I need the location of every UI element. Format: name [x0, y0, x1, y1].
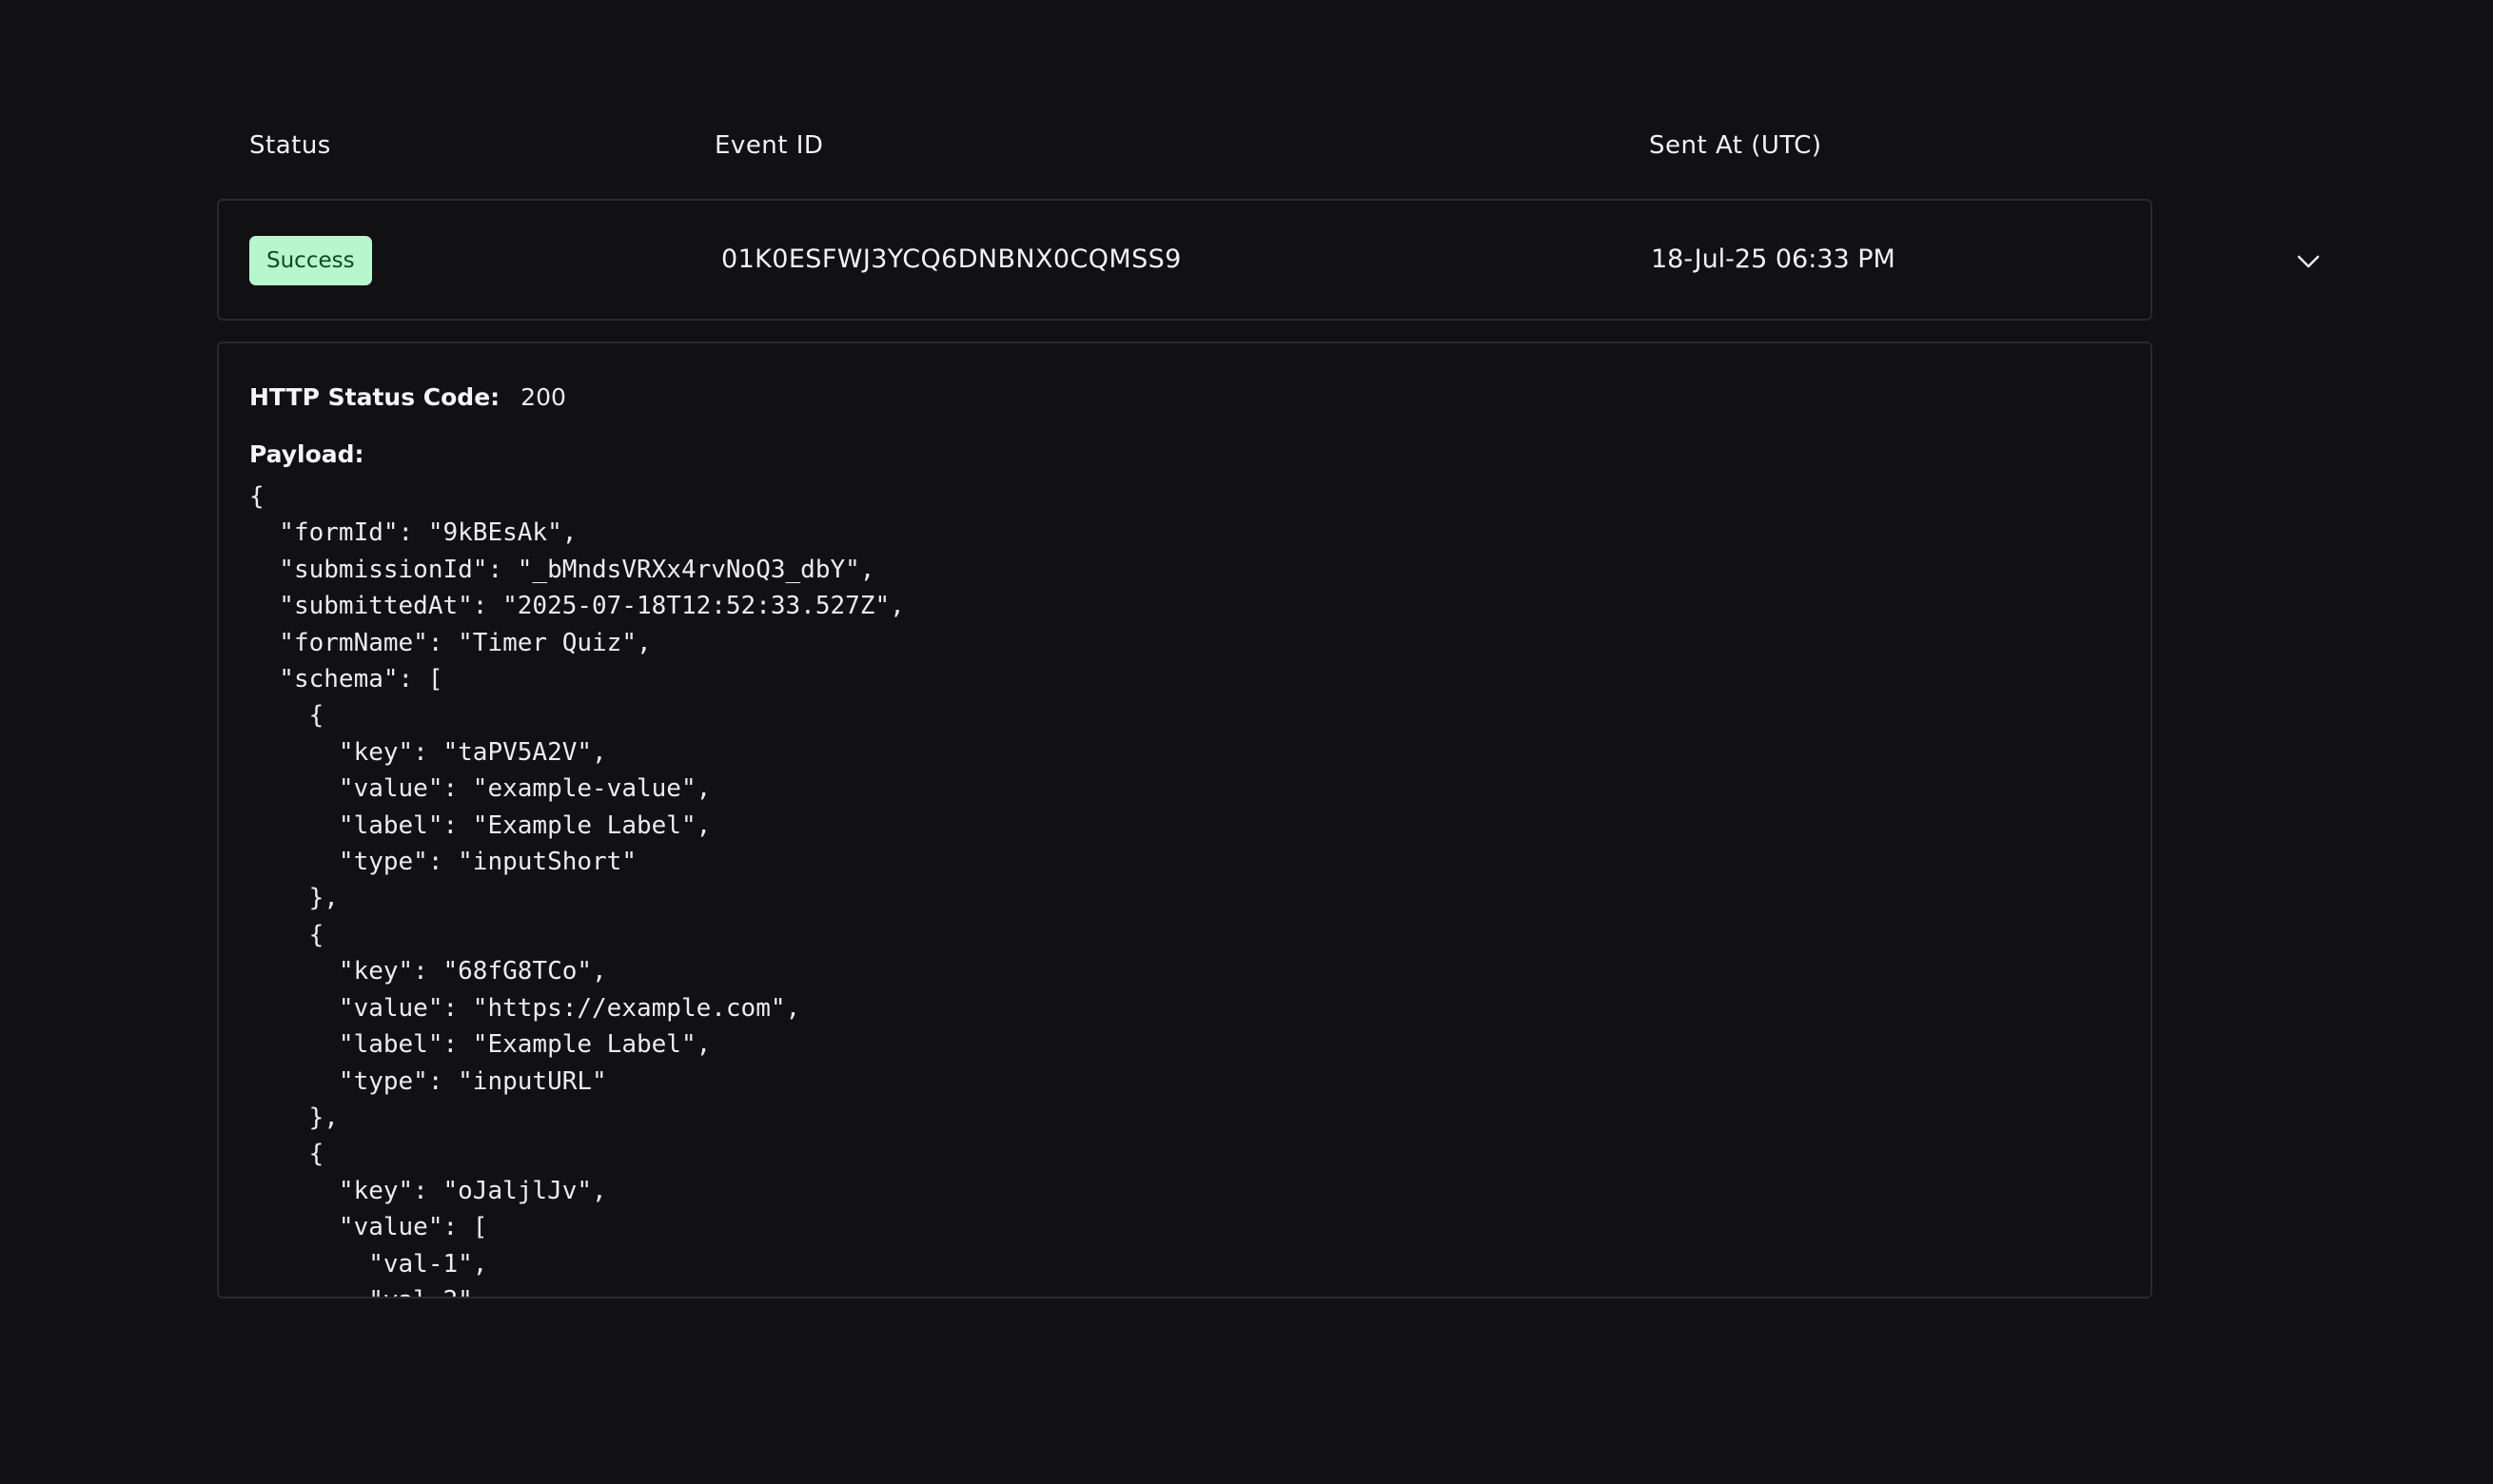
event-row[interactable]: Success 01K0ESFWJ3YCQ6DNBNX0CQMSS9 18-Ju…	[217, 199, 2320, 321]
column-header-event-id: Event ID	[715, 131, 824, 160]
table-header: Status Event ID Sent At (UTC)	[217, 122, 2154, 171]
sent-at-value: 18-Jul-25 06:33 PM	[1651, 244, 1895, 274]
event-id-value: 01K0ESFWJ3YCQ6DNBNX0CQMSS9	[721, 244, 1182, 274]
chevron-down-icon[interactable]	[2293, 248, 2324, 275]
column-header-sent-at: Sent At (UTC)	[1649, 131, 1822, 160]
http-status-line: HTTP Status Code: 200	[249, 383, 566, 411]
webhook-events-page: Status Event ID Sent At (UTC) Success 01…	[0, 0, 2493, 1484]
payload-label: Payload:	[249, 440, 364, 468]
payload-code-block[interactable]: { "formId": "9kBEsAk", "submissionId": "…	[249, 478, 905, 1297]
column-header-status: Status	[249, 131, 331, 160]
http-status-value: 200	[520, 383, 566, 411]
event-detail-panel: HTTP Status Code: 200 Payload: { "formId"…	[217, 342, 2152, 1298]
status-badge: Success	[249, 236, 372, 285]
http-status-label: HTTP Status Code:	[249, 383, 501, 411]
